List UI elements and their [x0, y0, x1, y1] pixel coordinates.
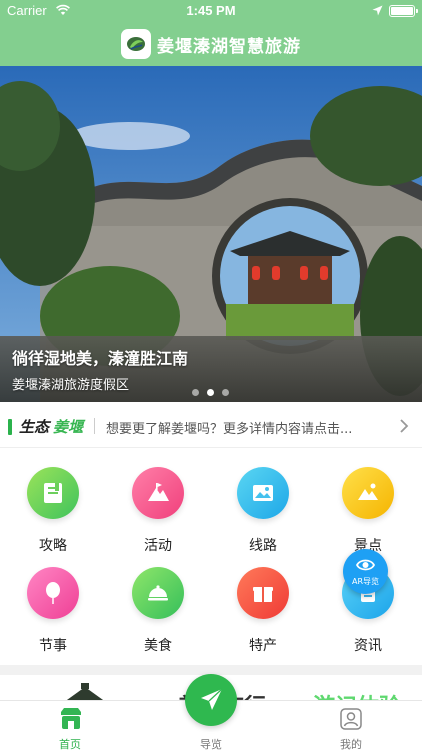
grid-item-specialty[interactable]: 特产	[218, 549, 308, 654]
app-title: 姜堰溱湖智慧旅游	[157, 36, 301, 57]
header: 姜堰溱湖智慧旅游	[0, 27, 422, 61]
grid-label: 美食	[144, 638, 172, 654]
festival-balloon-icon	[27, 567, 79, 619]
grid-item-food[interactable]: 美食	[113, 549, 203, 654]
ar-guide-label: AR导览	[351, 577, 380, 586]
banner-carousel[interactable]: 徜徉湿地美，溱潼胜江南 姜堰溱湖旅游度假区	[0, 66, 422, 402]
status-bar: Carrier 1:45 PM	[0, 0, 422, 22]
news-label-part1: 生态	[19, 418, 50, 436]
scenic-spot-icon	[342, 467, 394, 519]
tab-label: 我的	[340, 738, 362, 750]
top-bar: Carrier 1:45 PM 姜堰溱湖智慧旅游	[0, 0, 422, 66]
news-text[interactable]: 想要更了解姜堰吗？更多详情内容请点击...	[106, 418, 396, 437]
tab-mine[interactable]: 我的	[301, 701, 401, 750]
banner-subtitle: 姜堰溱湖旅游度假区	[12, 378, 130, 393]
tab-label: 首页	[59, 738, 81, 750]
grid-item-route[interactable]: 线路	[218, 449, 308, 554]
news-ticker[interactable]: 生态 姜堰 想要更了解姜堰吗？更多详情内容请点击...	[0, 402, 422, 448]
grid-label: 资讯	[354, 638, 382, 654]
navigation-center-button[interactable]	[185, 674, 237, 726]
grid-item-scenic[interactable]: 景点	[323, 449, 413, 554]
tab-home[interactable]: 首页	[20, 701, 120, 750]
tab-label: 导览	[200, 738, 222, 750]
carousel-dot-active[interactable]	[207, 389, 214, 396]
location-arrow-icon	[372, 5, 383, 16]
app-logo-icon	[121, 29, 151, 59]
grid-label: 节事	[39, 638, 67, 654]
chevron-right-icon[interactable]	[399, 419, 409, 433]
grid-label: 特产	[249, 638, 277, 654]
paper-plane-icon	[201, 688, 223, 710]
carousel-dot[interactable]	[222, 389, 229, 396]
eye-icon	[356, 559, 375, 571]
food-dish-icon	[132, 567, 184, 619]
ar-guide-button[interactable]: AR导览	[343, 549, 388, 594]
specialty-gift-icon	[237, 567, 289, 619]
grid-item-guide[interactable]: 攻略	[8, 449, 98, 554]
battery-icon	[389, 5, 418, 17]
grid-item-activity[interactable]: 活动	[113, 449, 203, 554]
banner-title: 徜徉湿地美，溱潼胜江南	[12, 349, 189, 368]
clock-time: 1:45 PM	[186, 3, 236, 18]
route-map-icon	[237, 467, 289, 519]
guide-book-icon	[27, 467, 79, 519]
accent-bar	[8, 419, 12, 435]
grid-item-festival[interactable]: 节事	[8, 549, 98, 654]
carousel-dot[interactable]	[192, 389, 199, 396]
activity-mountain-icon	[132, 467, 184, 519]
user-profile-icon	[340, 708, 362, 730]
divider	[94, 418, 95, 434]
home-shop-icon	[61, 708, 81, 729]
news-label-part2: 姜堰	[53, 418, 84, 436]
carousel-dots	[192, 389, 229, 396]
